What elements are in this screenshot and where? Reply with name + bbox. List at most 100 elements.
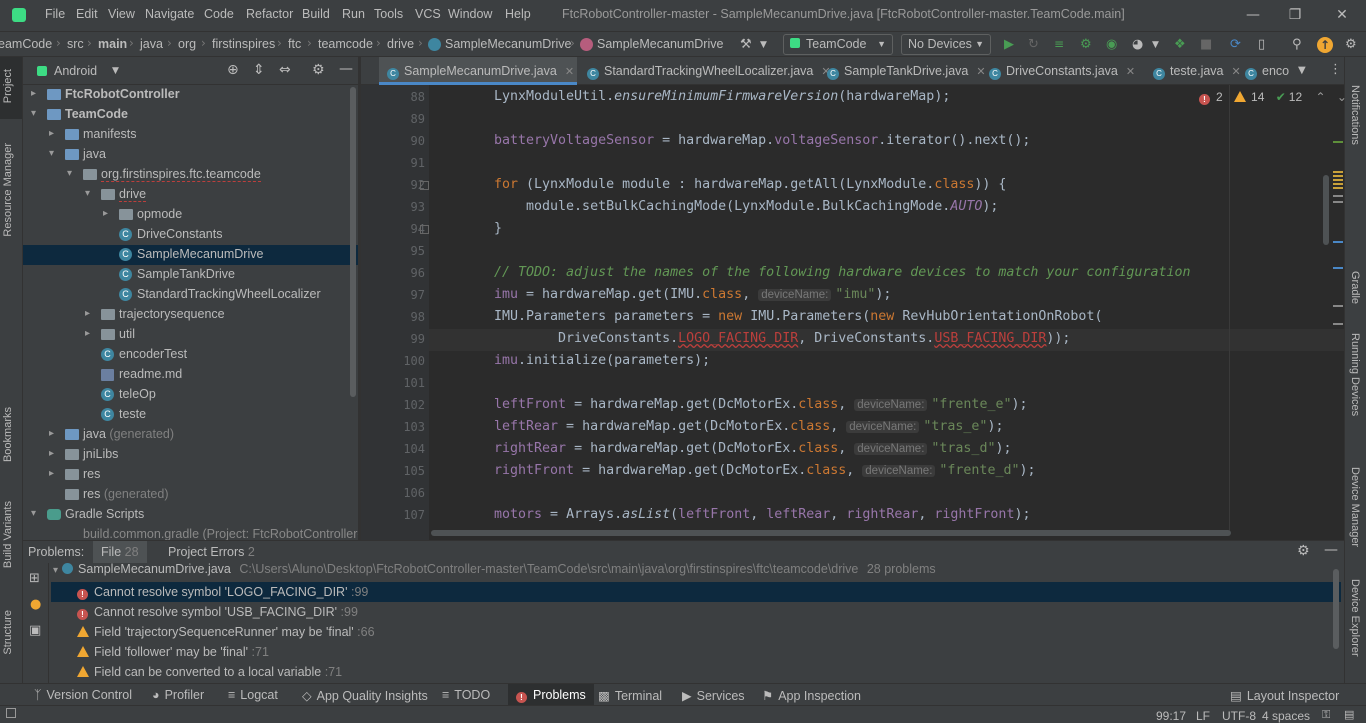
rerun-icon[interactable]: ↻: [1028, 37, 1044, 53]
problem-file-row[interactable]: ▾ SampleMecanumDrive.java C:\Users\Aluno\…: [53, 562, 1343, 582]
chevron-down-icon[interactable]: ▼: [760, 40, 776, 56]
file-encoding[interactable]: UTF-8: [1222, 709, 1256, 723]
tree-item-java-generated[interactable]: ▸ java (generated): [23, 425, 358, 445]
code-line-104[interactable]: rightRear = hardwareMap.get(DcMotorEx.cl…: [494, 441, 1011, 456]
tree-item-package[interactable]: ▾ org.firstinspires.ftc.teamcode: [23, 165, 358, 185]
tool-tab-app-inspection[interactable]: ⚑ App Inspection: [762, 688, 861, 703]
code-line-97[interactable]: imu = hardwareMap.get(IMU.class, deviceN…: [494, 287, 891, 302]
breadcrumb-teamcode[interactable]: teamcode: [318, 37, 373, 51]
breadcrumb-drive[interactable]: drive: [387, 37, 414, 51]
device-select[interactable]: No Devices ▼: [901, 34, 991, 55]
tool-tab-device-explorer[interactable]: Device Explorer: [1349, 579, 1361, 657]
tree-item-teste[interactable]: Cteste: [23, 405, 358, 425]
tool-tab-structure[interactable]: Structure: [2, 610, 14, 655]
breadcrumb-src[interactable]: src: [67, 37, 84, 51]
tool-tab-project[interactable]: Project: [2, 69, 14, 103]
tree-item-util[interactable]: ▸ util: [23, 325, 358, 345]
chevron-down-icon[interactable]: ▼: [1298, 65, 1306, 76]
tree-item-standardtrackingwheellocalizer[interactable]: C StandardTrackingWheelLocalizer: [23, 285, 358, 305]
tool-tab-build-variants[interactable]: Build Variants: [2, 501, 14, 568]
chevron-down-icon[interactable]: ▼: [1152, 40, 1168, 56]
menu-help[interactable]: Help: [505, 7, 531, 21]
code-line-96[interactable]: // TODO: adjust the names of the followi…: [494, 265, 1190, 280]
tool-tab-gradle[interactable]: Gradle: [1349, 271, 1361, 304]
stop-icon[interactable]: ■: [1200, 37, 1216, 53]
hide-icon[interactable]: —: [339, 61, 353, 77]
code-line-105[interactable]: rightFront = hardwareMap.get(DcMotorEx.c…: [494, 463, 1035, 478]
menu-code[interactable]: Code: [204, 7, 234, 21]
tree-item-samplemecanumdrive[interactable]: C SampleMecanumDrive: [23, 245, 358, 265]
code-line-94[interactable]: }: [494, 221, 502, 236]
close-icon[interactable]: ✕: [1330, 3, 1354, 27]
run-icon[interactable]: ▶: [1004, 37, 1020, 53]
tab-enco[interactable]: Cenco: [1237, 57, 1297, 85]
tree-item-driveconstants[interactable]: C DriveConstants: [23, 225, 358, 245]
scrollbar[interactable]: [350, 87, 356, 397]
caret-position[interactable]: 99:17: [1156, 709, 1186, 723]
preview-icon[interactable]: ▣: [29, 623, 41, 638]
problem-row[interactable]: Field can be converted to a local variab…: [51, 662, 1341, 682]
breadcrumb-main[interactable]: main: [98, 37, 127, 51]
tree-item-sampletankdrive[interactable]: C SampleTankDrive: [23, 265, 358, 285]
gear-icon[interactable]: ⚙: [312, 62, 325, 78]
gear-icon[interactable]: ⚙: [1297, 543, 1310, 559]
debug-icon[interactable]: ⚙: [1080, 37, 1096, 53]
coverage-icon[interactable]: ◉: [1106, 37, 1122, 53]
chevron-up-icon[interactable]: ⌃: [1316, 90, 1326, 104]
code-line-100[interactable]: imu.initialize(parameters);: [494, 353, 710, 368]
menu-tools[interactable]: Tools: [374, 7, 403, 21]
code-line-93[interactable]: module.setBulkCachingMode(LynxModule.Bul…: [494, 199, 998, 214]
menu-vcs[interactable]: VCS: [415, 7, 441, 21]
breadcrumb-module[interactable]: eamCode: [0, 37, 52, 51]
tab-file[interactable]: File 28: [93, 541, 147, 563]
fold-icon[interactable]: [420, 181, 429, 190]
locate-icon[interactable]: ⊕: [227, 62, 239, 78]
line-separator[interactable]: LF: [1196, 709, 1210, 723]
tool-tab-bookmarks[interactable]: Bookmarks: [2, 407, 14, 462]
code-line-92[interactable]: for (LynxModule module : hardwareMap.get…: [494, 177, 1006, 192]
menu-navigate[interactable]: Navigate: [145, 7, 194, 21]
status-toggle-icon[interactable]: [6, 708, 16, 718]
collapse-all-icon[interactable]: ⇔: [279, 62, 291, 78]
menu-build[interactable]: Build: [302, 7, 330, 21]
code-line-98[interactable]: IMU.Parameters parameters = new IMU.Para…: [494, 309, 1102, 324]
tree-item-drive[interactable]: ▾ drive: [23, 185, 358, 205]
tree-item-ftcrobotcontroller[interactable]: ▸ FtcRobotController: [23, 85, 358, 105]
inspection-widget[interactable]: ! 2 14 ✔ 12 ⌃ ⌄: [1199, 90, 1347, 106]
tree-item-manifests[interactable]: ▸ manifests: [23, 125, 358, 145]
apply-changes-icon[interactable]: ≡: [1054, 37, 1070, 53]
tab-driveconstants[interactable]: C DriveConstants.java ✕: [981, 57, 1153, 85]
device-manager-icon[interactable]: ▯: [1258, 37, 1274, 53]
problem-row[interactable]: Field 'trajectorySequenceRunner' may be …: [51, 622, 1341, 642]
tool-tab-running-devices[interactable]: Running Devices: [1349, 333, 1361, 416]
problem-row[interactable]: ! Cannot resolve symbol 'LOGO_FACING_DIR'…: [51, 582, 1341, 602]
tab-sampletankdrive[interactable]: C SampleTankDrive.java ✕: [819, 57, 986, 85]
problem-row[interactable]: Field 'follower' may be 'final' :71: [51, 642, 1341, 662]
tool-tab-device-manager[interactable]: Device Manager: [1349, 467, 1361, 547]
lightbulb-icon[interactable]: ●: [30, 597, 41, 612]
breadcrumb-java[interactable]: java: [140, 37, 163, 51]
breadcrumb-method[interactable]: SampleMecanumDrive: [597, 37, 723, 51]
menu-file[interactable]: File: [45, 7, 65, 21]
tree-item-trajectorysequence[interactable]: ▸ trajectorysequence: [23, 305, 358, 325]
breadcrumb-firstinspires[interactable]: firstinspires: [212, 37, 275, 51]
tool-tab-todo[interactable]: ≡ TODO: [442, 688, 490, 702]
tool-tab-terminal[interactable]: ▩ Terminal: [598, 688, 662, 703]
tree-item-java[interactable]: ▾ java: [23, 145, 358, 165]
scrollbar[interactable]: [1333, 569, 1339, 649]
tool-tab-notifications[interactable]: Notifications: [1349, 85, 1361, 145]
problem-row[interactable]: ! Cannot resolve symbol 'USB_FACING_DIR' …: [51, 602, 1341, 622]
menu-view[interactable]: View: [108, 7, 135, 21]
menu-edit[interactable]: Edit: [76, 7, 98, 21]
minimize-icon[interactable]: —: [1241, 3, 1265, 27]
tool-tab-logcat[interactable]: ≡ Logcat: [228, 688, 278, 702]
hide-icon[interactable]: —: [1324, 542, 1338, 558]
tree-item-teleop[interactable]: CteleOp: [23, 385, 358, 405]
restore-icon[interactable]: ❐: [1283, 3, 1307, 27]
tab-teste[interactable]: Cteste.java ✕: [1145, 57, 1245, 85]
menu-refactor[interactable]: Refactor: [246, 7, 293, 21]
tab-samplemecanumdrive[interactable]: C SampleMecanumDrive.java ✕: [379, 57, 577, 85]
indent-setting[interactable]: 4 spaces: [1262, 709, 1310, 723]
tool-tab-resource-manager[interactable]: Resource Manager: [2, 143, 14, 237]
tool-tab-version-control[interactable]: ᛉ Version Control: [34, 688, 132, 702]
